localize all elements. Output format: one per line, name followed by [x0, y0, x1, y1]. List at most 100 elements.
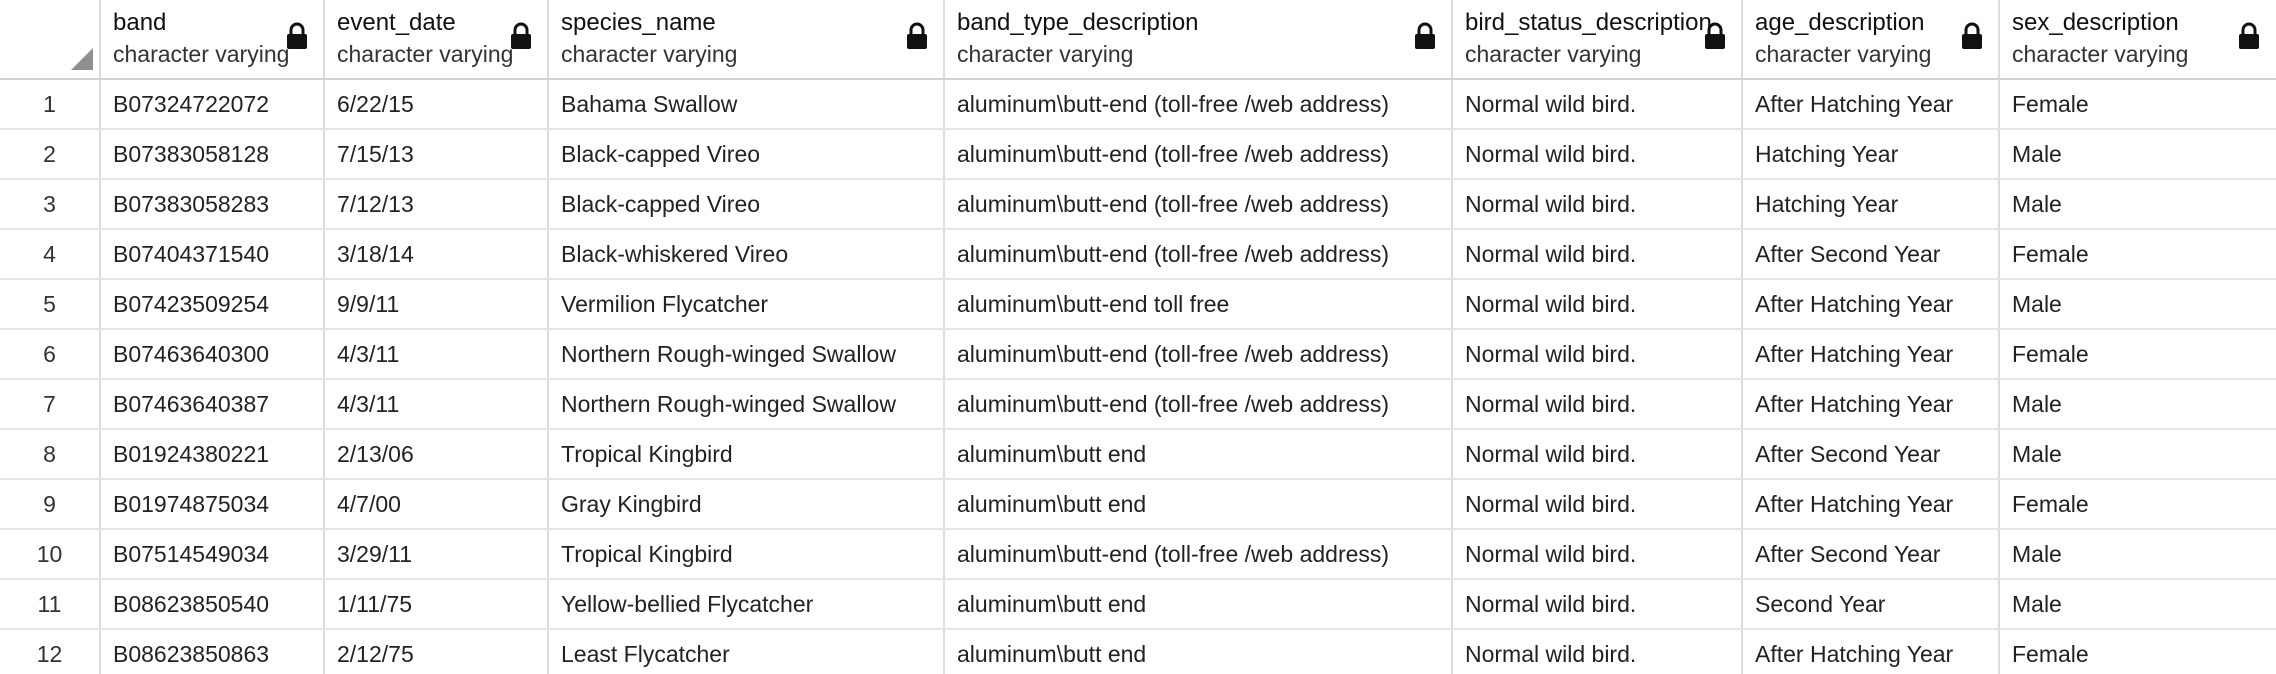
- cell-band[interactable]: B07324722072: [100, 79, 325, 130]
- row-number[interactable]: 8: [0, 429, 101, 480]
- cell-bird-status-description[interactable]: Normal wild bird.: [1452, 129, 1743, 180]
- cell-bird-status-description[interactable]: Normal wild bird.: [1452, 179, 1743, 230]
- column-header-bird-status-description[interactable]: bird_status_description character varyin…: [1452, 0, 1743, 80]
- cell-bird-status-description[interactable]: Normal wild bird.: [1452, 379, 1743, 430]
- cell-event-date[interactable]: 7/15/13: [324, 129, 549, 180]
- cell-event-date[interactable]: 7/12/13: [324, 179, 549, 230]
- row-number[interactable]: 11: [0, 579, 101, 630]
- cell-band-type-description[interactable]: aluminum\butt-end (toll-free /web addres…: [944, 229, 1453, 280]
- row-number[interactable]: 10: [0, 529, 101, 580]
- row-number[interactable]: 2: [0, 129, 101, 180]
- column-header-band-type-description[interactable]: band_type_description character varying: [944, 0, 1453, 80]
- cell-age-description[interactable]: After Hatching Year: [1742, 629, 2000, 674]
- cell-age-description[interactable]: Second Year: [1742, 579, 2000, 630]
- cell-bird-status-description[interactable]: Normal wild bird.: [1452, 579, 1743, 630]
- cell-band[interactable]: B07463640387: [100, 379, 325, 430]
- cell-band[interactable]: B07383058283: [100, 179, 325, 230]
- cell-event-date[interactable]: 3/29/11: [324, 529, 549, 580]
- table-row[interactable]: 2 B07383058128 7/15/13 Black-capped Vire…: [0, 129, 2276, 180]
- cell-band[interactable]: B07404371540: [100, 229, 325, 280]
- cell-band-type-description[interactable]: aluminum\butt-end (toll-free /web addres…: [944, 529, 1453, 580]
- table-row[interactable]: 4 B07404371540 3/18/14 Black-whiskered V…: [0, 229, 2276, 280]
- cell-sex-description[interactable]: Male: [1999, 529, 2276, 580]
- cell-sex-description[interactable]: Male: [1999, 279, 2276, 330]
- cell-sex-description[interactable]: Female: [1999, 329, 2276, 380]
- column-header-sex-description[interactable]: sex_description character varying: [1999, 0, 2276, 80]
- cell-event-date[interactable]: 4/3/11: [324, 329, 549, 380]
- cell-age-description[interactable]: Hatching Year: [1742, 179, 2000, 230]
- row-number[interactable]: 12: [0, 629, 101, 674]
- cell-band-type-description[interactable]: aluminum\butt-end (toll-free /web addres…: [944, 329, 1453, 380]
- cell-band[interactable]: B01974875034: [100, 479, 325, 530]
- table-row[interactable]: 7 B07463640387 4/3/11 Northern Rough-win…: [0, 379, 2276, 430]
- row-number[interactable]: 1: [0, 79, 101, 130]
- cell-sex-description[interactable]: Male: [1999, 379, 2276, 430]
- cell-age-description[interactable]: After Hatching Year: [1742, 79, 2000, 130]
- cell-event-date[interactable]: 6/22/15: [324, 79, 549, 130]
- cell-species-name[interactable]: Least Flycatcher: [548, 629, 945, 674]
- cell-band-type-description[interactable]: aluminum\butt end: [944, 479, 1453, 530]
- cell-band-type-description[interactable]: aluminum\butt end: [944, 629, 1453, 674]
- cell-band[interactable]: B08623850540: [100, 579, 325, 630]
- cell-age-description[interactable]: After Hatching Year: [1742, 329, 2000, 380]
- cell-species-name[interactable]: Black-whiskered Vireo: [548, 229, 945, 280]
- cell-bird-status-description[interactable]: Normal wild bird.: [1452, 79, 1743, 130]
- cell-band-type-description[interactable]: aluminum\butt end: [944, 579, 1453, 630]
- cell-event-date[interactable]: 2/12/75: [324, 629, 549, 674]
- cell-sex-description[interactable]: Female: [1999, 629, 2276, 674]
- row-number[interactable]: 4: [0, 229, 101, 280]
- cell-event-date[interactable]: 3/18/14: [324, 229, 549, 280]
- row-number[interactable]: 3: [0, 179, 101, 230]
- table-row[interactable]: 8 B01924380221 2/13/06 Tropical Kingbird…: [0, 429, 2276, 480]
- row-number[interactable]: 5: [0, 279, 101, 330]
- cell-age-description[interactable]: Hatching Year: [1742, 129, 2000, 180]
- cell-sex-description[interactable]: Male: [1999, 429, 2276, 480]
- cell-species-name[interactable]: Northern Rough-winged Swallow: [548, 379, 945, 430]
- cell-event-date[interactable]: 1/11/75: [324, 579, 549, 630]
- cell-age-description[interactable]: After Second Year: [1742, 229, 2000, 280]
- cell-sex-description[interactable]: Male: [1999, 179, 2276, 230]
- cell-band-type-description[interactable]: aluminum\butt-end (toll-free /web addres…: [944, 129, 1453, 180]
- cell-age-description[interactable]: After Second Year: [1742, 429, 2000, 480]
- table-row[interactable]: 12 B08623850863 2/12/75 Least Flycatcher…: [0, 629, 2276, 674]
- table-row[interactable]: 1 B07324722072 6/22/15 Bahama Swallow al…: [0, 79, 2276, 130]
- cell-band[interactable]: B07423509254: [100, 279, 325, 330]
- cell-sex-description[interactable]: Female: [1999, 79, 2276, 130]
- cell-bird-status-description[interactable]: Normal wild bird.: [1452, 429, 1743, 480]
- row-number[interactable]: 9: [0, 479, 101, 530]
- cell-bird-status-description[interactable]: Normal wild bird.: [1452, 479, 1743, 530]
- column-header-age-description[interactable]: age_description character varying: [1742, 0, 2000, 80]
- row-number[interactable]: 6: [0, 329, 101, 380]
- cell-sex-description[interactable]: Female: [1999, 479, 2276, 530]
- cell-species-name[interactable]: Yellow-bellied Flycatcher: [548, 579, 945, 630]
- cell-band-type-description[interactable]: aluminum\butt-end (toll-free /web addres…: [944, 379, 1453, 430]
- cell-sex-description[interactable]: Male: [1999, 579, 2276, 630]
- cell-species-name[interactable]: Northern Rough-winged Swallow: [548, 329, 945, 380]
- cell-event-date[interactable]: 2/13/06: [324, 429, 549, 480]
- cell-band-type-description[interactable]: aluminum\butt-end (toll-free /web addres…: [944, 179, 1453, 230]
- cell-band[interactable]: B07514549034: [100, 529, 325, 580]
- cell-sex-description[interactable]: Female: [1999, 229, 2276, 280]
- cell-bird-status-description[interactable]: Normal wild bird.: [1452, 229, 1743, 280]
- cell-band-type-description[interactable]: aluminum\butt end: [944, 429, 1453, 480]
- table-row[interactable]: 3 B07383058283 7/12/13 Black-capped Vire…: [0, 179, 2276, 230]
- cell-age-description[interactable]: After Second Year: [1742, 529, 2000, 580]
- table-row[interactable]: 5 B07423509254 9/9/11 Vermilion Flycatch…: [0, 279, 2276, 330]
- cell-band-type-description[interactable]: aluminum\butt-end (toll-free /web addres…: [944, 79, 1453, 130]
- table-row[interactable]: 6 B07463640300 4/3/11 Northern Rough-win…: [0, 329, 2276, 380]
- cell-bird-status-description[interactable]: Normal wild bird.: [1452, 529, 1743, 580]
- cell-species-name[interactable]: Tropical Kingbird: [548, 529, 945, 580]
- cell-species-name[interactable]: Black-capped Vireo: [548, 129, 945, 180]
- select-all-cell[interactable]: [0, 0, 101, 80]
- cell-band-type-description[interactable]: aluminum\butt-end toll free: [944, 279, 1453, 330]
- table-row[interactable]: 9 B01974875034 4/7/00 Gray Kingbird alum…: [0, 479, 2276, 530]
- cell-species-name[interactable]: Vermilion Flycatcher: [548, 279, 945, 330]
- cell-event-date[interactable]: 4/7/00: [324, 479, 549, 530]
- cell-band[interactable]: B07463640300: [100, 329, 325, 380]
- column-header-band[interactable]: band character varying: [100, 0, 325, 80]
- cell-age-description[interactable]: After Hatching Year: [1742, 479, 2000, 530]
- table-row[interactable]: 11 B08623850540 1/11/75 Yellow-bellied F…: [0, 579, 2276, 630]
- select-all-corner-icon[interactable]: [71, 48, 93, 70]
- cell-event-date[interactable]: 9/9/11: [324, 279, 549, 330]
- cell-band[interactable]: B07383058128: [100, 129, 325, 180]
